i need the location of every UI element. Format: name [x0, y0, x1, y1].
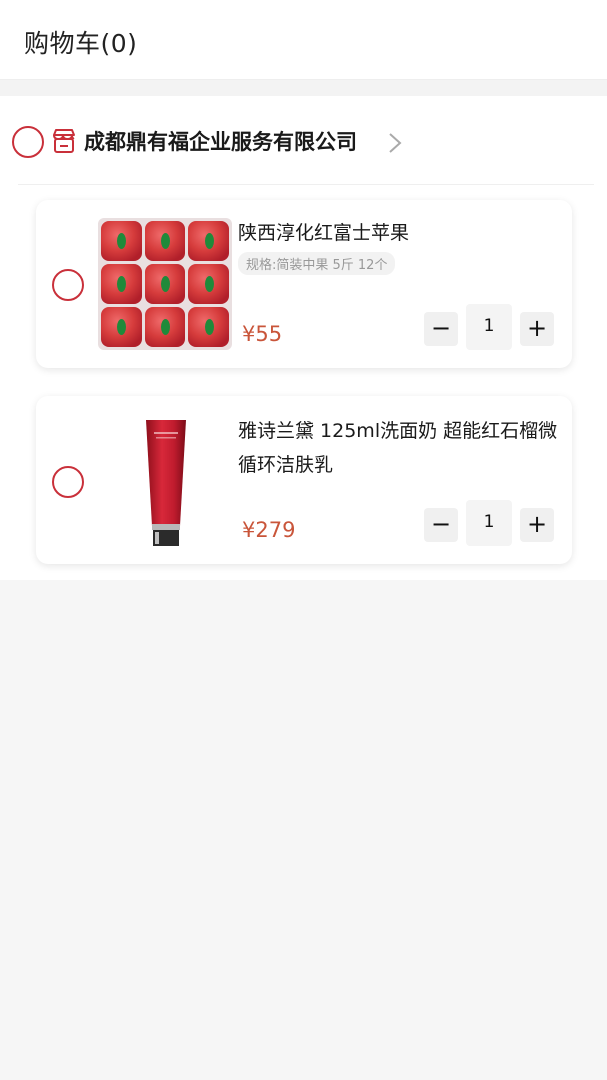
store-row[interactable]: 成都鼎有福企业服务有限公司	[0, 96, 607, 186]
page-title: 购物车(0)	[24, 29, 138, 58]
app-header: 购物车(0)	[0, 0, 607, 80]
quantity-input[interactable]: 1	[466, 304, 512, 350]
apple-image	[188, 307, 229, 347]
store-select-radio[interactable]	[12, 126, 44, 158]
quantity-stepper: − 1 +	[424, 500, 556, 546]
product-image-apple[interactable]	[98, 218, 232, 350]
store-divider	[18, 184, 594, 185]
decrease-quantity-button[interactable]: −	[424, 508, 458, 542]
store-name[interactable]: 成都鼎有福企业服务有限公司	[84, 126, 357, 156]
shop-icon	[53, 129, 75, 153]
item-select-radio[interactable]	[52, 466, 84, 498]
quantity-input[interactable]: 1	[466, 500, 512, 546]
cart-item-cleanser: 雅诗兰黛 125ml洗面奶 超能红石榴微循环洁肤乳 ¥279 − 1 +	[36, 396, 572, 564]
product-spec[interactable]: 规格:简装中果 5斤 12个	[238, 252, 396, 275]
decrease-quantity-button[interactable]: −	[424, 312, 458, 346]
apple-image	[101, 264, 142, 304]
apple-image	[144, 221, 186, 261]
product-title[interactable]: 陕西淳化红富士苹果	[238, 216, 558, 250]
apple-image	[101, 221, 142, 261]
cart-panel: 成都鼎有福企业服务有限公司 陕西淳化红富士苹果 规格:简装中果 5斤 12个 ¥…	[0, 96, 607, 580]
product-title[interactable]: 雅诗兰黛 125ml洗面奶 超能红石榴微循环洁肤乳	[238, 414, 558, 482]
section-gap	[0, 80, 607, 96]
cart-item-apple: 陕西淳化红富士苹果 规格:简装中果 5斤 12个 ¥55 − 1 +	[36, 200, 572, 368]
item-select-radio[interactable]	[52, 269, 84, 301]
apple-image	[144, 307, 186, 347]
apple-image	[188, 264, 229, 304]
apple-image	[144, 264, 186, 304]
product-price: ¥279	[242, 518, 296, 542]
increase-quantity-button[interactable]: +	[520, 508, 554, 542]
product-image-cleanser[interactable]	[144, 418, 188, 548]
quantity-stepper: − 1 +	[424, 304, 556, 350]
apple-image	[188, 221, 229, 261]
chevron-right-icon[interactable]	[384, 130, 406, 156]
increase-quantity-button[interactable]: +	[520, 312, 554, 346]
apple-image	[101, 307, 142, 347]
product-price: ¥55	[242, 322, 283, 346]
